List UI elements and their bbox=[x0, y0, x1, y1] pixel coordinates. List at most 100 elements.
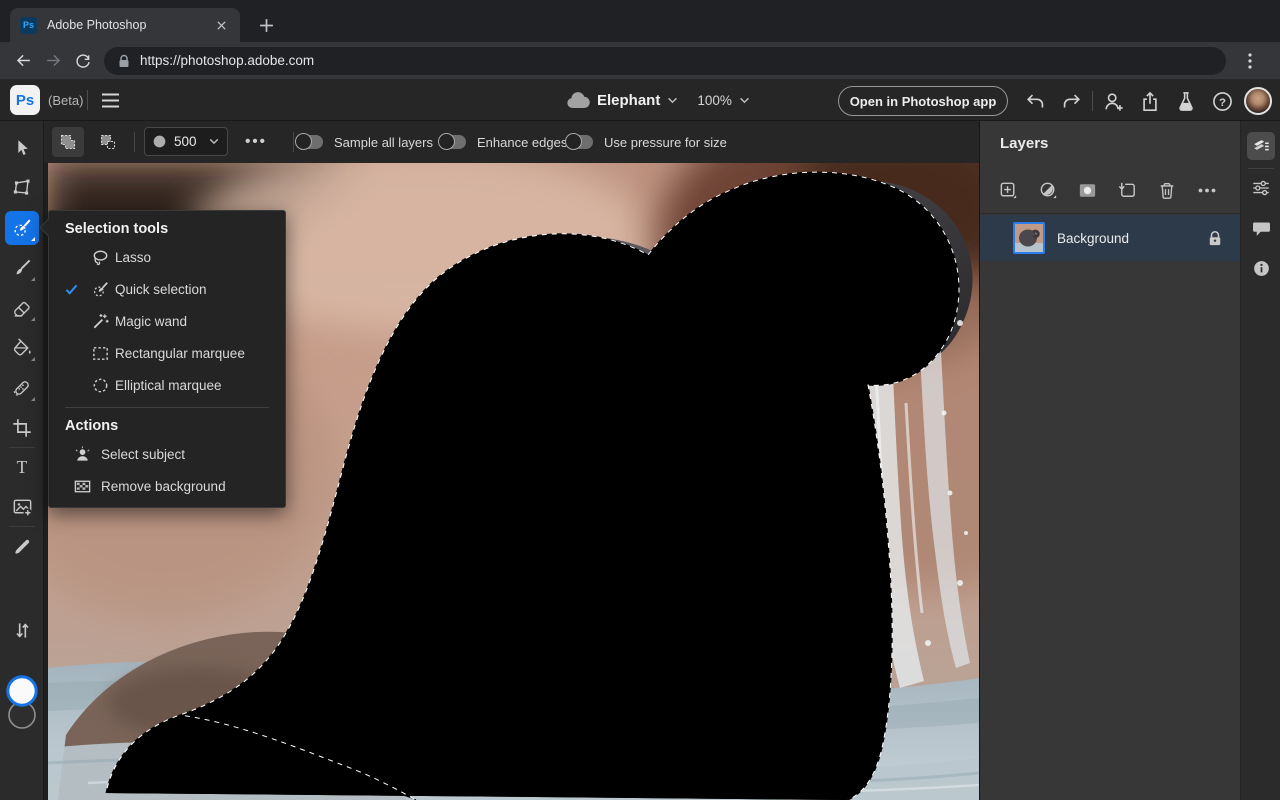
browser-tab[interactable]: Ps Adobe Photoshop bbox=[10, 8, 240, 42]
rectangular-marquee-icon bbox=[91, 344, 115, 363]
eyedropper-tool[interactable] bbox=[5, 529, 39, 563]
chevron-down-icon[interactable] bbox=[667, 97, 678, 104]
add-selection-icon bbox=[60, 134, 76, 150]
brush-size-dropdown[interactable]: 500 bbox=[144, 127, 228, 156]
swap-colors-icon bbox=[15, 622, 29, 638]
eraser-icon bbox=[14, 301, 30, 317]
url-bar[interactable]: https://photoshop.adobe.com bbox=[104, 46, 1226, 75]
share-icon[interactable] bbox=[1135, 86, 1165, 116]
photoshop-web-app: Ps Adobe Photoshop https://photoshop.ado… bbox=[0, 0, 1280, 800]
heal-tool[interactable] bbox=[5, 371, 39, 405]
quick-selection-icon bbox=[91, 280, 115, 299]
fill-tool[interactable] bbox=[5, 331, 39, 365]
open-in-photoshop-app-button[interactable]: Open in Photoshop app bbox=[838, 86, 1008, 116]
redo-icon[interactable] bbox=[1056, 86, 1086, 116]
toggle-label: Use pressure for size bbox=[604, 134, 727, 150]
actions-title: Actions bbox=[65, 418, 119, 434]
menu-item-lasso[interactable]: Lasso bbox=[49, 241, 285, 273]
adjustment-layer-button[interactable] bbox=[1034, 176, 1062, 204]
document-name[interactable]: Elephant bbox=[597, 92, 660, 109]
back-icon[interactable] bbox=[8, 46, 38, 76]
edit-adjust-panel-button[interactable] bbox=[1247, 174, 1275, 202]
layer-row-background[interactable]: Background bbox=[980, 215, 1240, 261]
experiments-flask-icon[interactable] bbox=[1171, 86, 1201, 116]
selection-tools-menu: Selection tools Lasso Quick selection Ma… bbox=[39, 210, 286, 508]
undo-icon[interactable] bbox=[1020, 86, 1050, 116]
chevron-down-icon[interactable] bbox=[739, 97, 750, 104]
menu-item-select-subject[interactable]: Select subject bbox=[49, 438, 285, 470]
transform-icon bbox=[13, 179, 30, 195]
adjustment-icon bbox=[1040, 182, 1056, 198]
brush-icon bbox=[16, 259, 31, 275]
type-tool[interactable]: T bbox=[5, 450, 39, 484]
invite-people-icon[interactable] bbox=[1099, 86, 1129, 116]
more-options-button[interactable]: ••• bbox=[240, 127, 272, 156]
browser-toolbar: https://photoshop.adobe.com bbox=[0, 42, 1280, 79]
add-to-selection-button[interactable] bbox=[52, 127, 84, 157]
add-layer-button[interactable] bbox=[994, 176, 1022, 204]
menu-item-elliptical-marquee[interactable]: Elliptical marquee bbox=[49, 369, 285, 401]
layer-mask-button[interactable] bbox=[1073, 176, 1101, 204]
menu-item-label: Quick selection bbox=[115, 281, 207, 297]
menu-item-quick-selection[interactable]: Quick selection bbox=[49, 273, 285, 305]
lasso-icon bbox=[91, 248, 115, 267]
layer-more-options-button[interactable] bbox=[1193, 176, 1221, 204]
browser-menu-icon[interactable] bbox=[1236, 47, 1264, 75]
delete-layer-button[interactable] bbox=[1153, 176, 1181, 204]
menu-item-remove-background[interactable]: Remove background bbox=[49, 470, 285, 502]
select-subject-icon bbox=[73, 445, 101, 464]
toggle-switch bbox=[438, 133, 466, 150]
toggle-use-pressure-for-size[interactable]: Use pressure for size bbox=[565, 121, 727, 163]
layers-panel: Layers Background bbox=[979, 121, 1240, 800]
tab-title: Adobe Photoshop bbox=[47, 18, 147, 32]
fill-bucket-icon bbox=[13, 338, 31, 356]
quick-selection-tool[interactable] bbox=[5, 211, 39, 245]
comments-panel-button[interactable] bbox=[1247, 214, 1275, 242]
layer-lock-icon[interactable] bbox=[1208, 230, 1222, 247]
menu-item-magic-wand[interactable]: Magic wand bbox=[49, 305, 285, 337]
move-layer-button[interactable] bbox=[1113, 176, 1141, 204]
toolbar-divider bbox=[9, 526, 35, 527]
layers-panel-button[interactable] bbox=[1247, 132, 1275, 160]
menu-item-label: Magic wand bbox=[115, 313, 188, 329]
quick-selection-icon bbox=[14, 219, 31, 237]
tab-close-icon[interactable] bbox=[212, 16, 230, 34]
options-divider bbox=[134, 132, 135, 152]
heal-bandage-icon bbox=[13, 381, 29, 397]
info-panel-button[interactable] bbox=[1247, 254, 1275, 282]
menu-item-label: Select subject bbox=[101, 446, 186, 462]
place-image-tool[interactable] bbox=[5, 490, 39, 524]
svg-text:?: ? bbox=[1219, 96, 1226, 108]
main-menu-icon[interactable] bbox=[98, 88, 122, 112]
menu-title: Selection tools bbox=[65, 221, 169, 237]
toggle-sample-all-layers[interactable]: Sample all layers bbox=[295, 121, 433, 163]
menu-item-label: Remove background bbox=[101, 478, 226, 494]
tools-sidebar: T bbox=[0, 121, 44, 800]
ellipsis-icon bbox=[1198, 188, 1216, 192]
move-tool[interactable] bbox=[5, 131, 39, 165]
forward-icon[interactable] bbox=[38, 46, 68, 76]
browser-tab-strip: Ps Adobe Photoshop bbox=[0, 0, 1280, 42]
subtract-from-selection-button[interactable] bbox=[92, 127, 124, 157]
layer-thumbnail[interactable] bbox=[1013, 222, 1045, 254]
transform-tool[interactable] bbox=[5, 171, 39, 205]
brush-tool[interactable] bbox=[5, 251, 39, 285]
check-icon bbox=[49, 284, 91, 295]
layer-name: Background bbox=[1057, 230, 1130, 246]
options-divider bbox=[293, 132, 294, 152]
account-avatar[interactable] bbox=[1244, 87, 1272, 115]
reload-icon[interactable] bbox=[68, 46, 98, 76]
crop-tool[interactable] bbox=[5, 411, 39, 445]
menu-divider bbox=[65, 407, 269, 408]
zoom-level[interactable]: 100% bbox=[697, 93, 732, 108]
svg-text:T: T bbox=[17, 457, 28, 477]
toggle-enhance-edges[interactable]: Enhance edges bbox=[438, 121, 567, 163]
panel-divider bbox=[980, 213, 1240, 214]
eraser-tool[interactable] bbox=[5, 291, 39, 325]
menu-item-rectangular-marquee[interactable]: Rectangular marquee bbox=[49, 337, 285, 369]
help-icon[interactable]: ? bbox=[1207, 86, 1237, 116]
swap-colors-button[interactable] bbox=[5, 613, 39, 647]
color-swatches[interactable] bbox=[3, 674, 41, 734]
comment-icon bbox=[1252, 221, 1270, 236]
new-tab-button[interactable] bbox=[254, 13, 278, 37]
